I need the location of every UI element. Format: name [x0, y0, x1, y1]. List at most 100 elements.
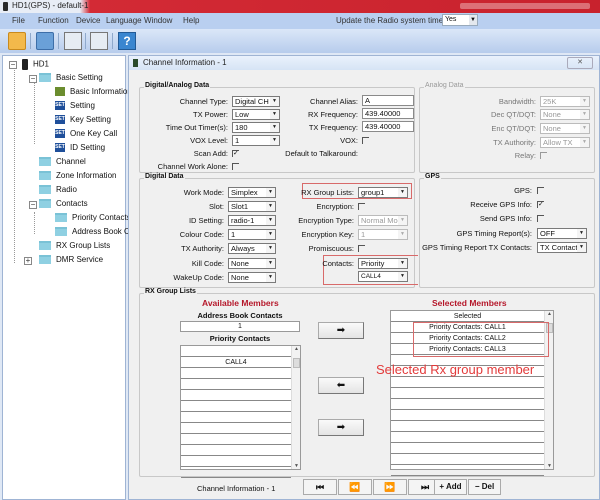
scroll-up-icon[interactable]: ▲ [292, 346, 301, 352]
list-item[interactable] [181, 346, 291, 357]
tree-node-channel[interactable]: Channel [39, 157, 86, 170]
menu-help[interactable]: Help [183, 16, 199, 25]
scroll-up-icon[interactable]: ▲ [545, 311, 554, 317]
add-member-button-2[interactable]: ➡ [318, 419, 364, 436]
expand-icon[interactable]: + [24, 257, 32, 265]
list-item[interactable] [391, 421, 544, 432]
send-gps-checkbox[interactable] [537, 215, 544, 222]
dec-qt-select[interactable]: None ▼ [540, 109, 590, 120]
tree-node-setting[interactable]: SET Setting [55, 101, 95, 114]
list-item[interactable] [391, 410, 544, 421]
list-item[interactable] [391, 388, 544, 399]
scroll-thumb[interactable] [293, 358, 300, 368]
promiscuous-checkbox[interactable] [358, 245, 365, 252]
tree-node-one-key-call[interactable]: SET One Key Call [55, 129, 117, 142]
list-item[interactable]: CALL4 [181, 357, 291, 368]
list-item[interactable] [181, 401, 291, 412]
list-item[interactable] [391, 432, 544, 443]
tree-node-id-setting[interactable]: SET ID Setting [55, 143, 105, 156]
open-icon[interactable] [8, 32, 26, 50]
tree-node-priority-contacts[interactable]: Priority Contacts [55, 213, 131, 226]
priority-contacts-list[interactable]: ▲ ▼ CALL4 [180, 345, 301, 478]
bandwidth-select[interactable]: 25K ▼ [540, 96, 590, 107]
menu-function[interactable]: Function [38, 16, 69, 25]
menu-file[interactable]: File [12, 16, 25, 25]
id-setting-select[interactable]: radio-1 ▼ [228, 215, 276, 226]
encryption-type-select[interactable]: Normal Moc ▼ [358, 215, 408, 226]
first-record-button[interactable]: ⏮ [303, 479, 337, 495]
work-mode-select[interactable]: Simplex ▼ [228, 187, 276, 198]
gps-timing-select[interactable]: OFF ▼ [537, 228, 587, 239]
timeout-timer-select[interactable]: 180 ▼ [232, 122, 280, 133]
gps-timing-tx-select[interactable]: TX Contact ▼ [537, 242, 587, 253]
tree-node-dmr-service[interactable]: DMR Service [39, 255, 103, 268]
list-item[interactable] [181, 412, 291, 423]
collapse-icon[interactable]: − [29, 201, 37, 209]
list-item[interactable] [391, 443, 544, 454]
tree-node-basic-information[interactable]: Basic Information [55, 87, 132, 100]
read-radio-icon[interactable] [64, 32, 82, 50]
contacts-select[interactable]: CALL4 ▼ [358, 271, 408, 282]
menu-language[interactable]: Language [106, 16, 142, 25]
tree-node-contacts[interactable]: Contacts [39, 199, 88, 212]
save-icon[interactable] [36, 32, 54, 50]
scrollbar[interactable]: ▲ ▼ [291, 346, 300, 469]
tx-power-select[interactable]: Low ▼ [232, 109, 280, 120]
analog-tx-authority-select[interactable]: Allow TX ▼ [540, 137, 590, 148]
add-member-button[interactable]: ➡ [318, 322, 364, 339]
update-time-select[interactable]: Yes ▼ [442, 14, 478, 26]
list-item[interactable] [181, 423, 291, 434]
wakeup-code-select[interactable]: None ▼ [228, 272, 276, 283]
colour-code-select[interactable]: 1 ▼ [228, 229, 276, 240]
gps-checkbox[interactable] [537, 187, 544, 194]
tree-node-address-book[interactable]: Address Book Co [55, 227, 134, 240]
list-item[interactable] [391, 399, 544, 410]
list-item[interactable] [391, 377, 544, 388]
tree-node-rx-group-lists[interactable]: RX Group Lists [39, 241, 110, 254]
remove-member-button[interactable]: ⬅ [318, 377, 364, 394]
tree-node-key-setting[interactable]: SET Key Setting [55, 115, 111, 128]
tree-node-hd1[interactable]: HD1 [22, 59, 49, 72]
vox-checkbox[interactable] [362, 137, 369, 144]
list-item[interactable] [391, 454, 544, 465]
tree-node-zone-information[interactable]: Zone Information [39, 171, 116, 184]
list-item[interactable] [391, 465, 544, 476]
list-item[interactable] [181, 434, 291, 445]
channel-alias-input[interactable]: A [362, 95, 414, 106]
add-button[interactable]: + Add [434, 479, 467, 495]
list-item[interactable] [181, 390, 291, 401]
tree-node-basic-setting[interactable]: Basic Setting [39, 73, 103, 86]
encryption-checkbox[interactable] [358, 203, 365, 210]
channel-type-select[interactable]: Digital CH ▼ [232, 96, 280, 107]
help-icon[interactable]: ? [118, 32, 136, 50]
rx-frequency-input[interactable]: 439.40000 [362, 108, 414, 119]
collapse-icon[interactable]: − [29, 75, 37, 83]
channel-work-alone-checkbox[interactable] [232, 163, 239, 170]
write-radio-icon[interactable] [90, 32, 108, 50]
slot-select[interactable]: Slot1 ▼ [228, 201, 276, 212]
rx-group-lists-select[interactable]: group1 ▼ [358, 187, 408, 198]
contacts-type-select[interactable]: Priority ▼ [358, 258, 408, 269]
tx-authority-select[interactable]: Always ▼ [228, 243, 276, 254]
delete-button[interactable]: − Del [468, 479, 501, 495]
scan-add-checkbox[interactable]: ✓ [232, 150, 239, 157]
kill-code-select[interactable]: None ▼ [228, 258, 276, 269]
next-record-button[interactable]: ⏩ [373, 479, 407, 495]
list-item[interactable] [181, 368, 291, 379]
relay-checkbox[interactable] [540, 152, 547, 159]
receive-gps-checkbox[interactable]: ✓ [537, 201, 544, 208]
address-book-list[interactable]: 1 [180, 321, 300, 332]
enc-qt-select[interactable]: None ▼ [540, 123, 590, 134]
vox-level-select[interactable]: 1 ▼ [232, 135, 280, 146]
encryption-key-select[interactable]: 1 ▼ [358, 229, 408, 240]
tree-node-radio[interactable]: Radio [39, 185, 77, 198]
list-item[interactable] [181, 379, 291, 390]
tx-frequency-input[interactable]: 439.40000 [362, 121, 414, 132]
collapse-icon[interactable]: − [9, 61, 17, 69]
menu-window[interactable]: Window [144, 16, 172, 25]
list-item[interactable] [181, 456, 291, 467]
scroll-down-icon[interactable]: ▼ [292, 463, 301, 469]
scroll-down-icon[interactable]: ▼ [545, 463, 554, 469]
previous-record-button[interactable]: ⏪ [338, 479, 372, 495]
menu-device[interactable]: Device [76, 16, 100, 25]
